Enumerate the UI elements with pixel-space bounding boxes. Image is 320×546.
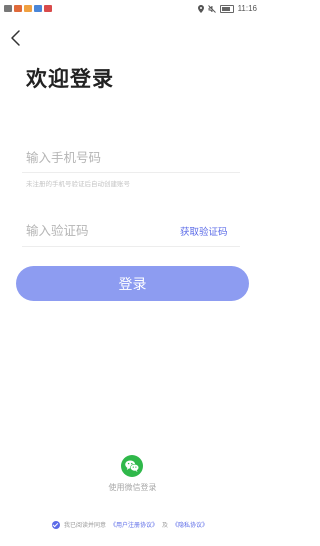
wechat-login-label: 使用微信登录 (108, 483, 157, 492)
notification-icon (24, 5, 32, 12)
user-agreement-link[interactable]: 《用户注册协议》 (110, 520, 158, 529)
verification-code-input[interactable] (26, 219, 166, 241)
notification-icon (44, 5, 52, 12)
phone-hint: 未注册的手机号验证后自动创建账号 (26, 180, 130, 188)
battery-icon (219, 4, 234, 13)
agreement-checkbox[interactable] (52, 520, 60, 529)
get-code-button[interactable]: 获取验证码 (180, 224, 228, 238)
status-bar: 11:16 (0, 0, 265, 20)
wechat-icon[interactable] (121, 455, 143, 477)
agreement-and: 及 (162, 522, 169, 529)
phone-divider (22, 172, 240, 173)
mute-icon (207, 4, 216, 13)
wechat-logo-icon (125, 460, 140, 472)
phone-number-input[interactable] (26, 146, 236, 168)
page-title: 欢迎登录 (26, 67, 114, 91)
message-icon (34, 5, 42, 12)
code-divider (22, 246, 240, 247)
sim-icon (4, 5, 12, 12)
status-icons-left (4, 5, 52, 12)
agreement-prefix: 我已阅读并同意 (64, 522, 107, 529)
status-icons-right: 11:16 (197, 4, 257, 13)
notification-icon (14, 5, 22, 12)
privacy-policy-link[interactable]: 《隐私协议》 (172, 520, 208, 529)
location-icon (197, 4, 204, 13)
login-button[interactable]: 登录 (16, 266, 249, 301)
status-time: 11:16 (237, 4, 257, 13)
agreement-row: 我已阅读并同意 《用户注册协议》 及 《隐私协议》 (52, 520, 208, 529)
back-arrow-icon[interactable] (8, 28, 24, 48)
